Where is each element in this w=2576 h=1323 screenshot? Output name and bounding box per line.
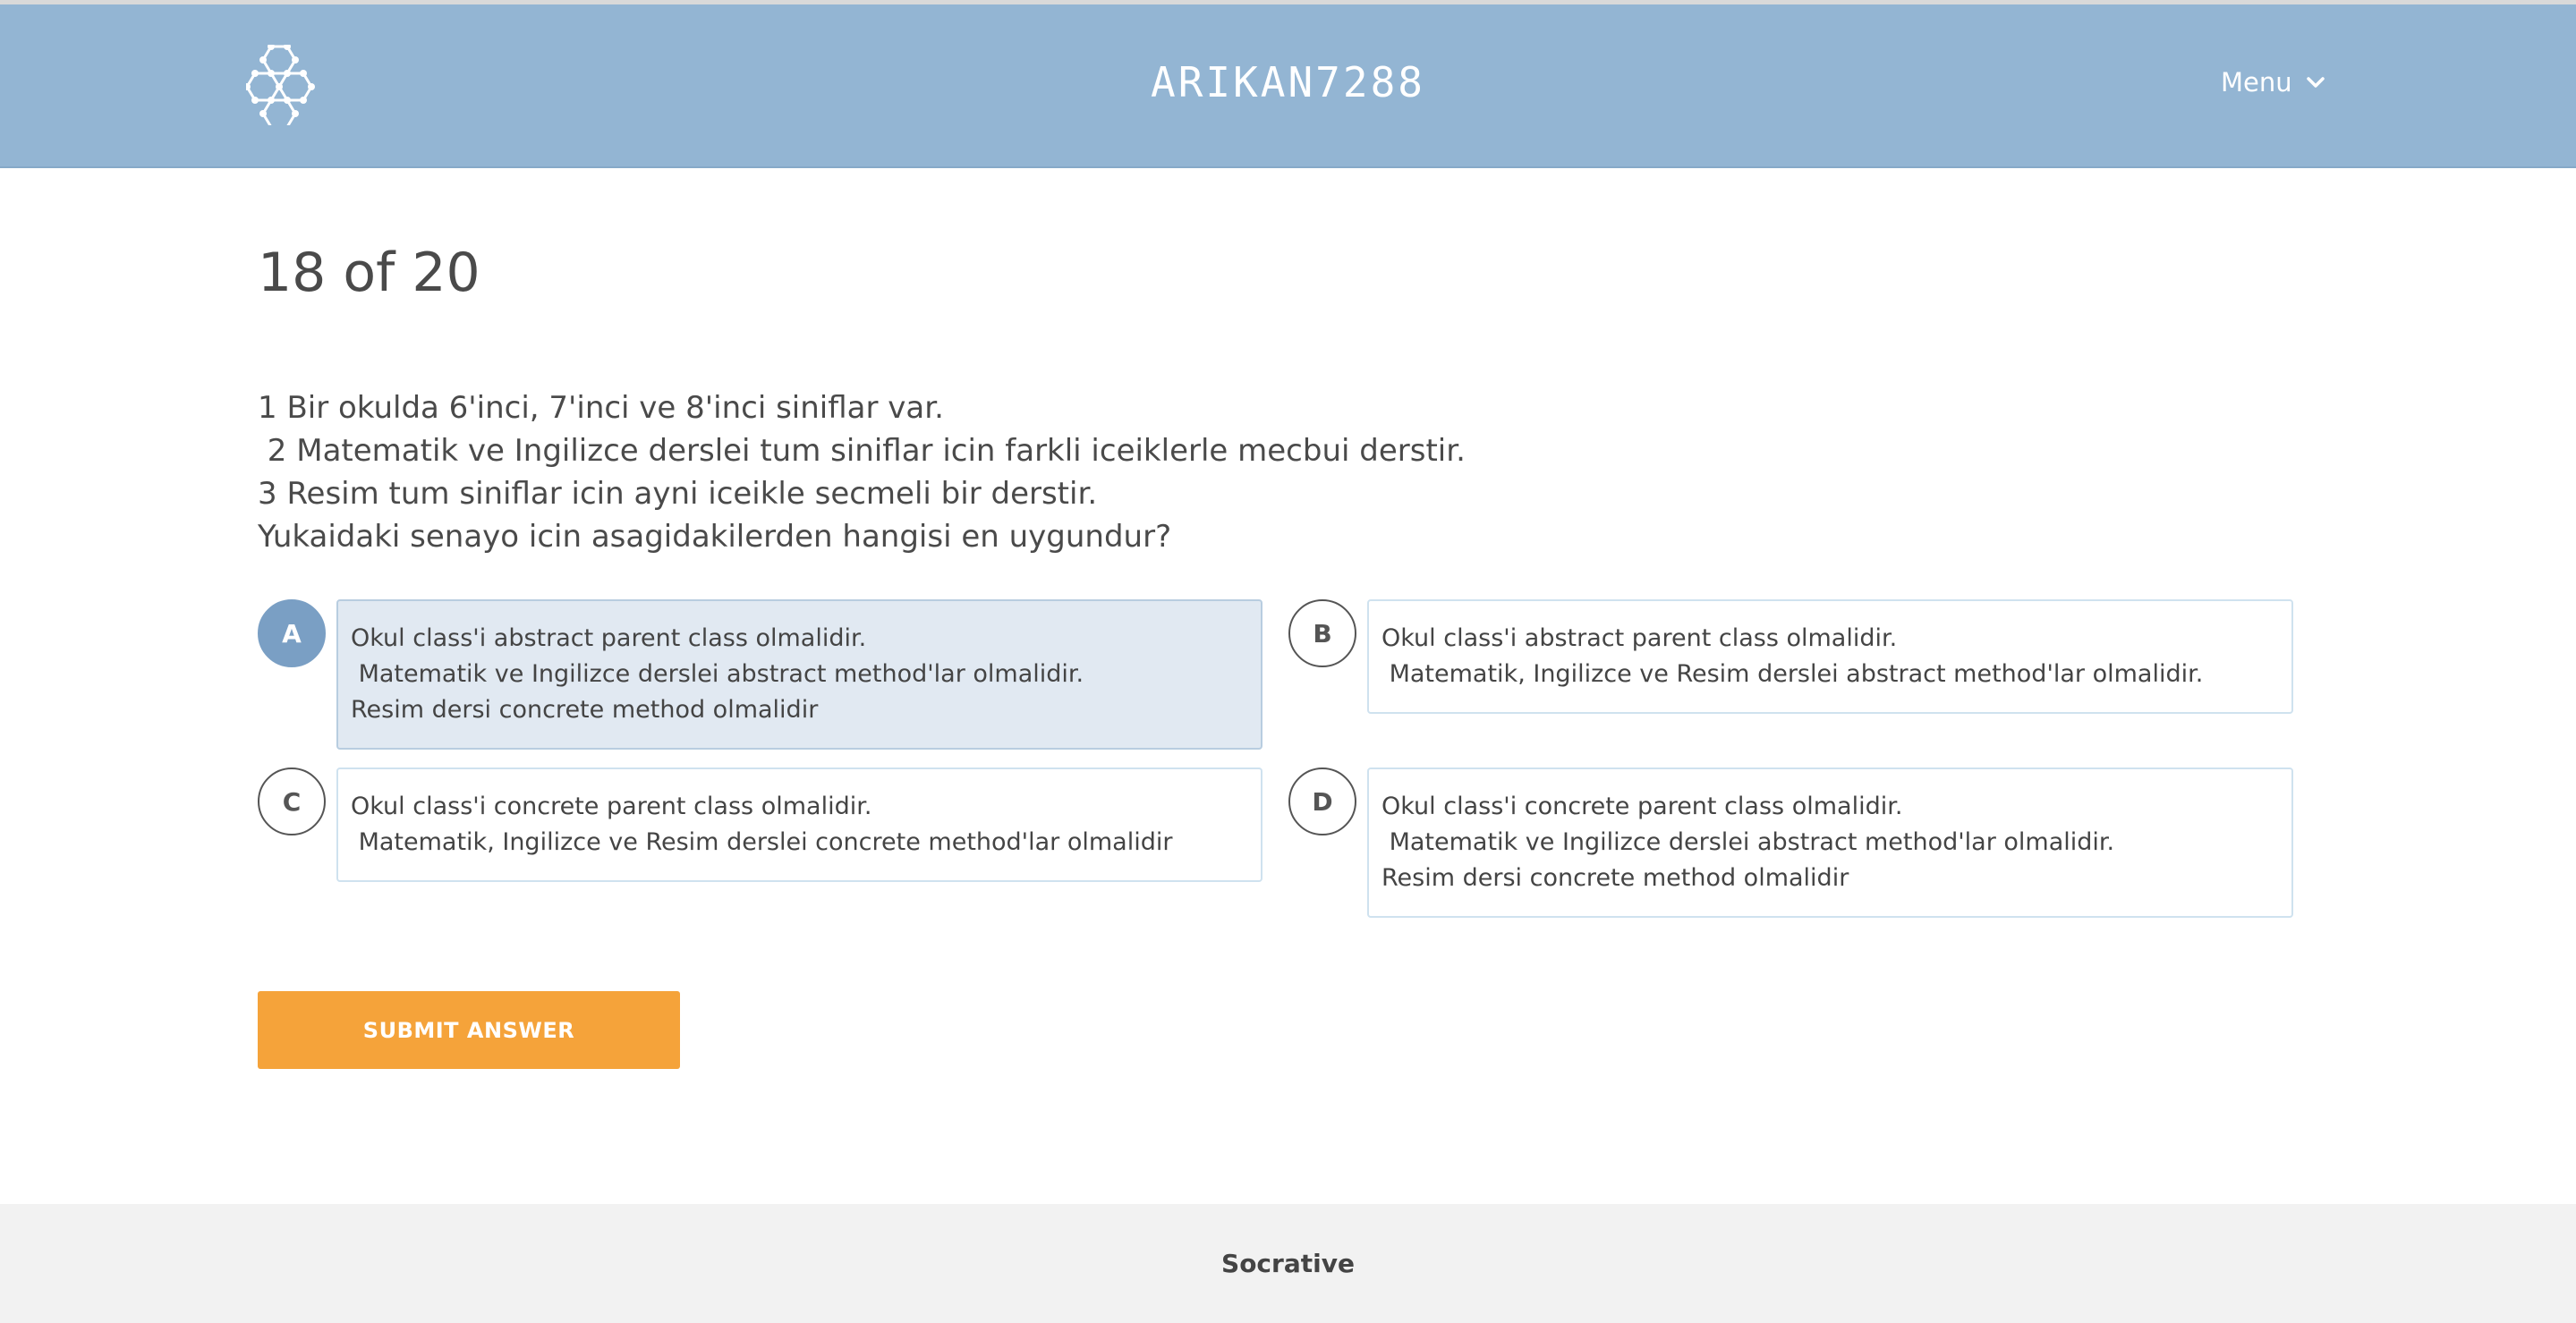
option-text-box-d[interactable]: Okul class'i concrete parent class olmal… — [1367, 768, 2293, 918]
room-name: ARIKAN7288 — [1151, 58, 1425, 106]
chevron-down-icon — [2306, 76, 2325, 89]
option-line: Okul class'i abstract parent class olmal… — [351, 624, 867, 652]
question-line: 1 Bir okulda 6'inci, 7'inci ve 8'inci si… — [258, 390, 944, 426]
footer: Socrative — [0, 1204, 2576, 1323]
option-text-box-c[interactable]: Okul class'i concrete parent class olmal… — [336, 768, 1262, 882]
option-letter-b[interactable]: B — [1288, 599, 1356, 667]
option-line: Matematik ve Ingilizce derslei abstract … — [351, 660, 1084, 688]
option-letter-c[interactable]: C — [258, 768, 326, 835]
option-line: Matematik ve Ingilizce derslei abstract … — [1382, 828, 2115, 856]
option-line: Okul class'i abstract parent class olmal… — [1382, 624, 1898, 652]
menu-label: Menu — [2221, 67, 2292, 98]
question-counter: 18 of 20 — [258, 242, 480, 304]
option-text-box-b[interactable]: Okul class'i abstract parent class olmal… — [1367, 599, 2293, 714]
menu-button[interactable]: Menu — [2221, 67, 2325, 98]
option-line: Okul class'i concrete parent class olmal… — [1382, 793, 1903, 820]
option-line: Matematik, Ingilizce ve Resim derslei co… — [351, 828, 1173, 856]
question-line: 3 Resim tum siniflar icin ayni iceikle s… — [258, 476, 1098, 512]
question-text: 1 Bir okulda 6'inci, 7'inci ve 8'inci si… — [258, 386, 2316, 558]
option-line: Resim dersi concrete method olmalidir — [351, 696, 819, 724]
header-bar: ARIKAN7288 Menu — [0, 4, 2576, 168]
option-line: Resim dersi concrete method olmalidir — [1382, 864, 1849, 892]
option-text-box-a[interactable]: Okul class'i abstract parent class olmal… — [336, 599, 1262, 750]
question-line: Yukaidaki senayo icin asagidakilerden ha… — [258, 519, 1172, 555]
option-line: Okul class'i concrete parent class olmal… — [351, 793, 872, 820]
option-letter-d[interactable]: D — [1288, 768, 1356, 835]
question-line: 2 Matematik ve Ingilizce derslei tum sin… — [258, 433, 1466, 469]
submit-answer-button[interactable]: SUBMIT ANSWER — [258, 991, 680, 1069]
option-line: Matematik, Ingilizce ve Resim derslei ab… — [1382, 660, 2204, 688]
option-letter-a[interactable]: A — [258, 599, 326, 667]
footer-brand[interactable]: Socrative — [0, 1249, 2576, 1278]
